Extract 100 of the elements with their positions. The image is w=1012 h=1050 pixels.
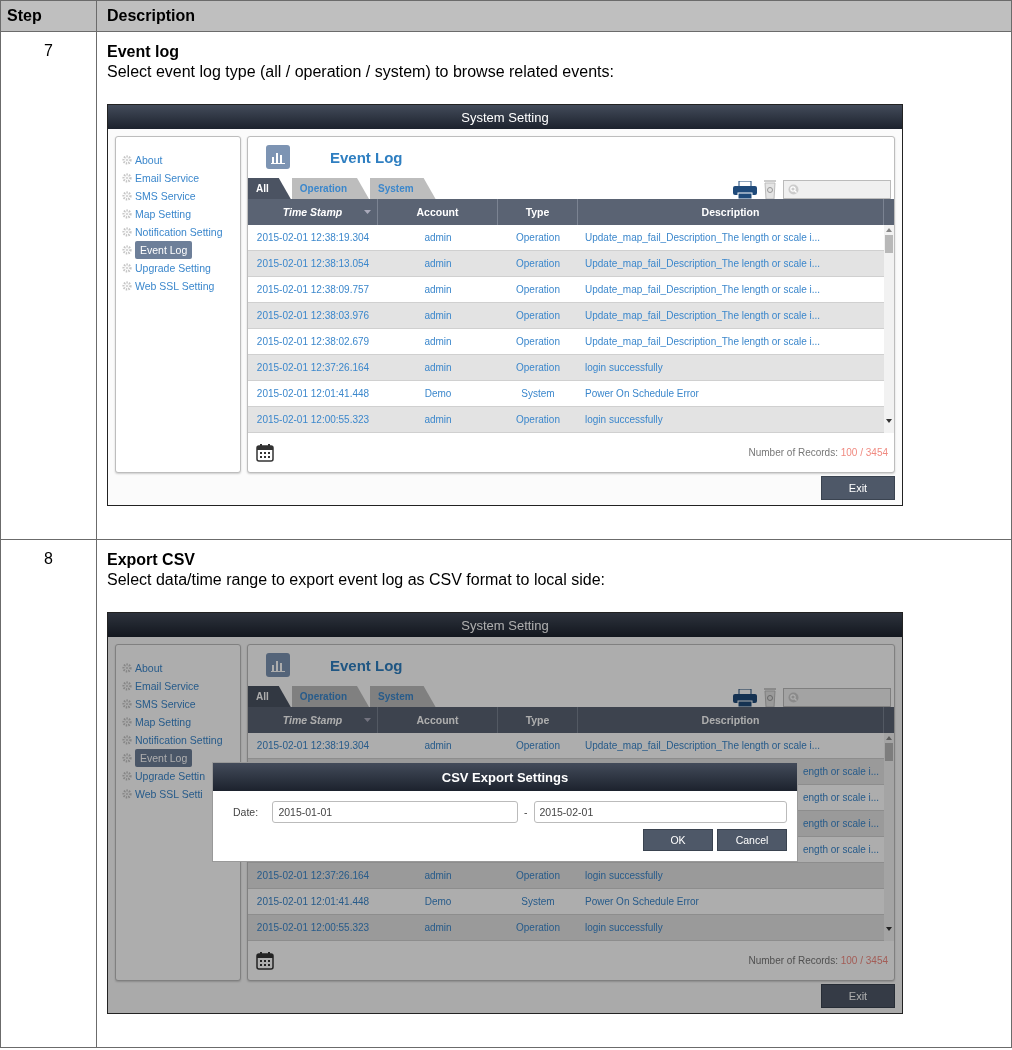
- scrollbar[interactable]: [884, 225, 894, 433]
- sidebar-item[interactable]: Upgrade Settin: [135, 768, 206, 784]
- sidebar-item[interactable]: Email Service: [135, 170, 200, 186]
- column-header[interactable]: Account: [416, 714, 459, 726]
- table-cell-text: 2015-02-01 12:37:26.164: [255, 361, 371, 375]
- table-cell-text: Operation: [515, 413, 561, 427]
- scroll-thumb[interactable]: [885, 743, 893, 761]
- table-cell-text: Power On Schedule Error: [584, 387, 700, 401]
- column-header[interactable]: Type: [525, 714, 550, 726]
- table-row[interactable]: 2015-02-01 12:38:09.757 admin Operation Update_map_fail_Description_The length or scale i...: [248, 277, 884, 303]
- table-cell-text: Update_map_fail_Description_The length or scale i...: [584, 739, 822, 753]
- column-header[interactable]: Description: [701, 206, 760, 218]
- table-cell-text: admin: [423, 921, 453, 935]
- search-field[interactable]: [783, 180, 891, 199]
- table-cell-text: admin: [423, 739, 453, 753]
- sidebar-item[interactable]: Email Service: [135, 678, 200, 694]
- table-cell-text: ength or scale i...: [803, 817, 880, 831]
- sidebar-item[interactable]: Map Setting: [135, 714, 192, 730]
- table-cell-text: 2015-02-01 12:38:19.304: [255, 739, 371, 753]
- chart-icon: [266, 653, 290, 677]
- date-field[interactable]: 2015-02-01: [533, 801, 787, 823]
- table-cell-text: admin: [423, 361, 453, 375]
- tab[interactable]: All: [248, 178, 291, 199]
- table-cell-text: login successfully: [584, 413, 664, 427]
- column-header[interactable]: Time Stamp: [282, 206, 343, 218]
- scroll-thumb[interactable]: [885, 235, 893, 253]
- table-row[interactable]: 2015-02-01 12:01:41.448 Demo System Power On Schedule Error: [248, 889, 884, 915]
- search-icon: [788, 184, 799, 195]
- table-cell-text: System: [520, 387, 556, 401]
- scroll-down-icon[interactable]: [886, 927, 892, 931]
- sidebar-item[interactable]: About: [135, 152, 163, 168]
- table-cell-text: System: [520, 895, 556, 909]
- table-row[interactable]: 2015-02-01 12:37:26.164 admin Operation login successfully: [248, 355, 884, 381]
- exit-button[interactable]: Exit: [821, 984, 895, 1008]
- sidebar-item[interactable]: Upgrade Setting: [135, 260, 211, 276]
- column-header[interactable]: Time Stamp: [282, 714, 343, 726]
- scrollbar[interactable]: [884, 733, 894, 941]
- table-row[interactable]: 2015-02-01 12:38:03.976 admin Operation Update_map_fail_Description_The length or scale i...: [248, 303, 884, 329]
- table-cell-text: ength or scale i...: [803, 765, 880, 779]
- table-cell-text: Update_map_fail_Description_The length or scale i...: [584, 309, 822, 323]
- column-header[interactable]: Account: [416, 206, 459, 218]
- table-cell-text: Update_map_fail_Description_The length or scale i...: [584, 231, 822, 245]
- table-row[interactable]: 2015-02-01 12:38:19.304 admin Operation Update_map_fail_Description_The length or scale i...: [248, 733, 884, 759]
- table-cell-text: Operation: [515, 257, 561, 271]
- dialog-button[interactable]: OK: [643, 829, 713, 851]
- search-icon: [788, 692, 799, 703]
- calendar-icon[interactable]: [256, 951, 274, 970]
- table-cell-text: 2015-02-01 12:38:03.976: [255, 309, 371, 323]
- column-header: Description: [97, 0, 1011, 32]
- table-cell-text: Operation: [515, 309, 561, 323]
- date-label: Date:: [233, 806, 260, 818]
- print-icon[interactable]: [733, 689, 757, 707]
- sidebar-item[interactable]: Event Log: [135, 241, 193, 259]
- step-title: Export CSV: [107, 550, 196, 570]
- sidebar-item[interactable]: SMS Service: [135, 188, 196, 204]
- tab[interactable]: Operation: [291, 178, 369, 199]
- table-cell-text: Update_map_fail_Description_The length or scale i...: [584, 283, 822, 297]
- trash-icon[interactable]: [763, 179, 777, 199]
- search-field[interactable]: [783, 688, 891, 707]
- table-row[interactable]: 2015-02-01 12:38:19.304 admin Operation Update_map_fail_Description_The length or scale i...: [248, 225, 884, 251]
- table-cell-text: Update_map_fail_Description_The length or scale i...: [584, 335, 822, 349]
- window-title: System Setting: [108, 105, 902, 129]
- table-cell-text: 2015-02-01 12:00:55.323: [255, 921, 371, 935]
- scroll-up-icon[interactable]: [886, 736, 892, 740]
- table-cell-text: Demo: [423, 387, 453, 401]
- range-separator: -: [524, 806, 528, 818]
- table-cell-text: ength or scale i...: [803, 791, 880, 805]
- scroll-down-icon[interactable]: [886, 419, 892, 423]
- column-header[interactable]: Type: [525, 206, 550, 218]
- table-cell-text: Operation: [515, 921, 561, 935]
- table-row[interactable]: 2015-02-01 12:38:13.054 admin Operation Update_map_fail_Description_The length or scale i...: [248, 251, 884, 277]
- sidebar-item[interactable]: Web SSL Setting: [135, 278, 215, 294]
- step-text: Select event log type (all / operation / system) to browse related events:: [107, 62, 615, 82]
- table-cell-text: ength or scale i...: [803, 843, 880, 857]
- sidebar-item[interactable]: Notification Setting: [135, 224, 223, 240]
- table-cell-text: login successfully: [584, 361, 664, 375]
- table-cell-text: admin: [423, 413, 453, 427]
- records-label: Number of Records:: [748, 447, 838, 458]
- panel-title: Event Log: [330, 656, 403, 674]
- sidebar-item[interactable]: Event Log: [135, 749, 193, 767]
- tab[interactable]: System: [370, 178, 436, 199]
- table-row[interactable]: 2015-02-01 12:38:02.679 admin Operation Update_map_fail_Description_The length or scale i...: [248, 329, 884, 355]
- table-row[interactable]: 2015-02-01 12:00:55.323 admin Operation login successfully: [248, 407, 884, 433]
- dialog-button[interactable]: Cancel: [717, 829, 787, 851]
- print-icon[interactable]: [733, 181, 757, 199]
- sidebar-item[interactable]: Notification Setting: [135, 732, 223, 748]
- trash-icon[interactable]: [763, 687, 777, 707]
- exit-button[interactable]: Exit: [821, 476, 895, 500]
- table-row[interactable]: 2015-02-01 12:37:26.164 admin Operation login successfully: [248, 863, 884, 889]
- column-header[interactable]: Description: [701, 714, 760, 726]
- date-field[interactable]: 2015-01-01: [272, 801, 518, 823]
- sidebar-item[interactable]: Web SSL Setti: [135, 786, 203, 802]
- tab[interactable]: All: [248, 686, 291, 707]
- table-row[interactable]: 2015-02-01 12:00:55.323 admin Operation login successfully: [248, 915, 884, 941]
- sidebar-item[interactable]: SMS Service: [135, 696, 196, 712]
- calendar-icon[interactable]: [256, 443, 274, 462]
- sidebar-item[interactable]: Map Setting: [135, 206, 192, 222]
- sidebar-item[interactable]: About: [135, 660, 163, 676]
- scroll-up-icon[interactable]: [886, 228, 892, 232]
- table-row[interactable]: 2015-02-01 12:01:41.448 Demo System Power On Schedule Error: [248, 381, 884, 407]
